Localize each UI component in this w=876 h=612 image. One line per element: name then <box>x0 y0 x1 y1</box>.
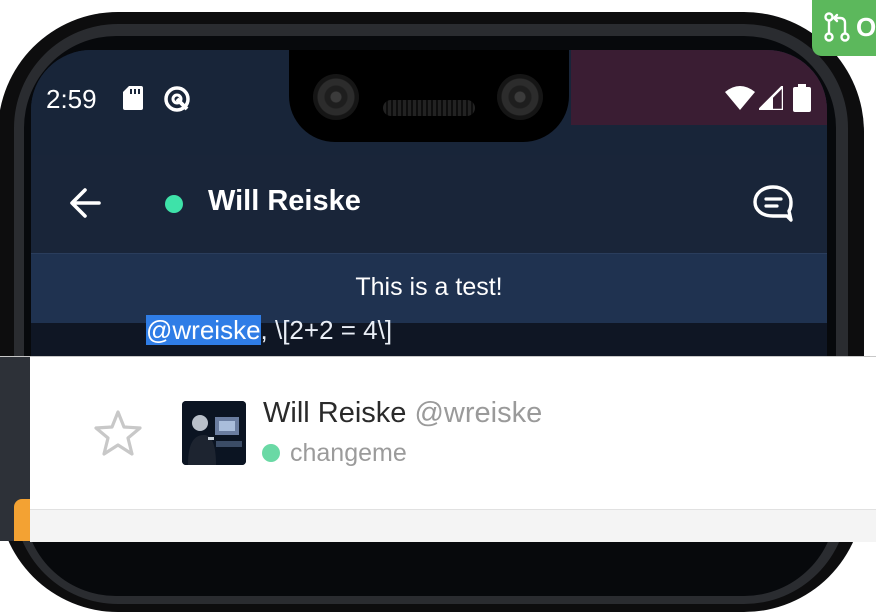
status-bar-right-background <box>571 50 827 125</box>
chat-bubble-icon[interactable] <box>751 183 795 223</box>
front-camera-left <box>313 74 359 120</box>
profile-username: @wreiske <box>414 397 543 429</box>
message-body: , \[2+2 = 4\] <box>260 315 393 345</box>
message-area: @wreiske, \[2+2 = 4\] <box>31 315 827 360</box>
earpiece-speaker <box>383 100 475 116</box>
presence-online-dot <box>165 195 183 213</box>
arrow-back-icon[interactable] <box>67 185 103 221</box>
left-sidebar-rail <box>0 357 30 541</box>
profile-display-name[interactable]: Will Reiske <box>263 397 406 429</box>
status-message: changeme <box>290 439 407 467</box>
cell-signal-icon <box>759 86 783 110</box>
message-text: @wreiske, \[2+2 = 4\] <box>146 315 392 346</box>
user-mention[interactable]: @wreiske <box>146 315 261 345</box>
pull-request-badge[interactable]: O <box>812 0 876 56</box>
star-icon[interactable] <box>93 409 143 459</box>
banner-text: This is a test! <box>355 273 503 301</box>
avatar[interactable] <box>182 401 246 465</box>
wifi-icon <box>725 86 755 110</box>
battery-icon <box>793 84 811 112</box>
front-camera-right <box>497 74 543 120</box>
camera-notch <box>289 50 569 142</box>
panel-footer <box>30 509 876 542</box>
avatar-image <box>182 401 246 465</box>
app-bar: Will Reiske <box>31 155 827 253</box>
status-dot <box>262 444 280 462</box>
announcement-banner[interactable]: This is a test! <box>31 253 827 324</box>
sidebar-accent <box>14 499 30 541</box>
status-time: 2:59 <box>46 84 97 114</box>
pull-request-label: O <box>856 12 876 42</box>
sync-icon <box>164 86 190 112</box>
profile-name-line: Will Reiske @wreiske <box>263 397 542 430</box>
profile-panel: Will Reiske @wreiske changeme <box>0 356 876 542</box>
pull-request-icon <box>824 12 850 42</box>
sd-card-icon <box>123 86 143 110</box>
phone-screen: 2:59 Will Reiske This is a test! @wreisk… <box>31 50 827 360</box>
room-title[interactable]: Will Reiske <box>208 185 361 218</box>
